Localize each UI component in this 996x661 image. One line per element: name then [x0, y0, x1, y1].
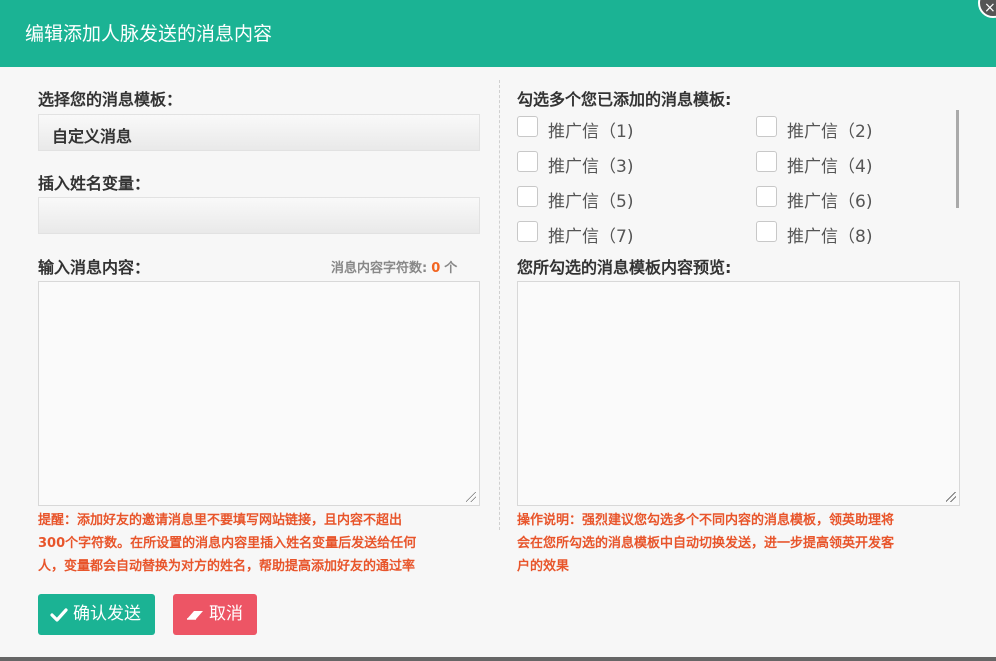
- template-select-value: 自定义消息: [52, 127, 133, 146]
- dialog-header: 编辑添加人脉发送的消息内容: [0, 0, 996, 67]
- message-content-textarea[interactable]: [38, 281, 480, 506]
- message-content-label: 输入消息内容：: [38, 258, 151, 277]
- checkbox-label: 推广信（2): [787, 122, 873, 142]
- checkbox[interactable]: [756, 151, 777, 172]
- char-count-unit: 个: [444, 261, 458, 276]
- preview-textarea[interactable]: [517, 281, 960, 506]
- cancel-label: 取消: [209, 604, 243, 624]
- confirm-send-button[interactable]: 确认发送: [38, 594, 155, 635]
- check-icon: [50, 594, 68, 651]
- template-select-label: 选择您的消息模板：: [38, 90, 183, 109]
- instruction-note: 操作说明：强烈建议您勾选多个不同内容的消息模板，领英助理将 会在您所勾选的消息模…: [517, 509, 894, 578]
- char-count-label: 消息内容字符数:: [331, 261, 428, 276]
- cancel-button[interactable]: 取消: [173, 594, 257, 635]
- char-count-value: 0: [431, 261, 441, 276]
- column-divider: [499, 80, 500, 530]
- confirm-send-label: 确认发送: [73, 604, 141, 624]
- checkbox-label: 推广信（8): [787, 227, 873, 247]
- checkbox[interactable]: [517, 151, 538, 172]
- preview-label: 您所勾选的消息模板内容预览:: [517, 258, 732, 277]
- resize-handle-icon[interactable]: [946, 492, 956, 502]
- checkbox[interactable]: [756, 116, 777, 137]
- template-select[interactable]: 自定义消息: [38, 114, 480, 151]
- close-icon: ×: [984, 0, 996, 16]
- name-variable-label: 插入姓名变量：: [38, 174, 151, 193]
- checkbox[interactable]: [517, 221, 538, 242]
- reminder-line: 300个字符数。在所设置的消息内容里插入姓名变量后发送给任何: [38, 536, 417, 551]
- dialog-title: 编辑添加人脉发送的消息内容: [25, 23, 273, 45]
- dialog-bottom-border: [0, 657, 996, 661]
- checkbox[interactable]: [517, 116, 538, 137]
- checkbox[interactable]: [756, 221, 777, 242]
- checkbox[interactable]: [756, 186, 777, 207]
- instruction-line: 操作说明：强烈建议您勾选多个不同内容的消息模板，领英助理将: [517, 513, 895, 528]
- checkbox-label: 推广信（7): [548, 227, 634, 247]
- checkbox-label: 推广信（4): [787, 157, 873, 177]
- checkbox-label: 推广信（3): [548, 157, 634, 177]
- checkbox-label: 推广信（1): [548, 122, 634, 142]
- instruction-line: 会在您所勾选的消息模板中自动切换发送，进一步提高领英开发客: [517, 536, 895, 551]
- reminder-note: 提醒：添加好友的邀请消息里不要填写网站链接，且内容不超出 300个字符数。在所设…: [38, 509, 416, 578]
- eraser-icon: [185, 594, 205, 651]
- checkbox-label: 推广信（5): [548, 192, 634, 212]
- name-variable-select[interactable]: [38, 197, 480, 234]
- checkbox-label: 推广信（6): [787, 192, 873, 212]
- checkbox-list-scrollbar[interactable]: [956, 110, 959, 208]
- reminder-line: 提醒：添加好友的邀请消息里不要填写网站链接，且内容不超出: [38, 513, 403, 528]
- reminder-line: 人，变量都会自动替换为对方的姓名，帮助提高添加好友的通过率: [38, 559, 416, 574]
- checkbox[interactable]: [517, 186, 538, 207]
- resize-handle-icon[interactable]: [466, 492, 476, 502]
- char-count: 消息内容字符数: 0 个: [331, 257, 457, 276]
- instruction-line: 户的效果: [517, 559, 570, 574]
- multi-template-label: 勾选多个您已添加的消息模板:: [517, 90, 732, 109]
